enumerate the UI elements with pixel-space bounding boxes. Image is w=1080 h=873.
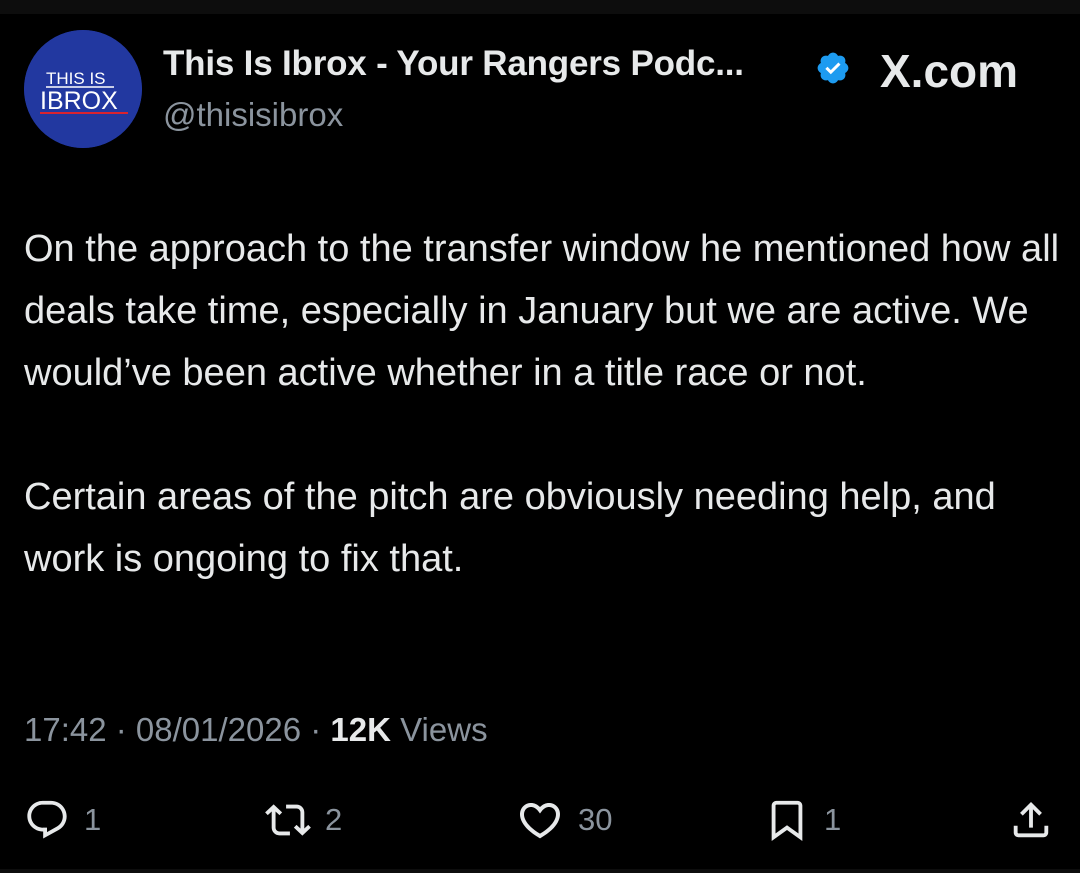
bottom-divider bbox=[0, 869, 1080, 873]
user-handle[interactable]: @thisisibrox bbox=[163, 96, 343, 134]
post-meta: 17:42 · 08/01/2026 · 12K Views bbox=[24, 711, 488, 749]
reply-icon bbox=[27, 800, 67, 839]
post-text: On the approach to the transfer window h… bbox=[24, 218, 1064, 590]
share-icon bbox=[1013, 801, 1049, 838]
post-paragraph: On the approach to the transfer window h… bbox=[24, 228, 1060, 394]
meta-separator: · bbox=[106, 711, 136, 748]
share-button[interactable] bbox=[1008, 790, 1054, 850]
bookmark-count: 1 bbox=[824, 802, 842, 837]
bookmark-icon bbox=[771, 800, 803, 841]
verified-badge-icon bbox=[815, 50, 851, 86]
site-label: X.com bbox=[880, 45, 1019, 97]
display-name[interactable]: This Is Ibrox - Your Rangers Podc... bbox=[163, 44, 744, 84]
like-button[interactable]: 30 bbox=[516, 790, 612, 850]
action-bar: 1 2 30 1 bbox=[0, 790, 1080, 850]
avatar-logo-line2: IBROX bbox=[40, 87, 118, 115]
reply-count: 1 bbox=[84, 802, 102, 837]
bookmark-button[interactable]: 1 bbox=[764, 790, 841, 850]
repost-count: 2 bbox=[325, 802, 343, 837]
reply-button[interactable]: 1 bbox=[24, 790, 101, 850]
avatar[interactable]: THIS IS IBROX bbox=[24, 30, 142, 148]
top-strip bbox=[0, 0, 1080, 14]
post-paragraph: Certain areas of the pitch are obviously… bbox=[24, 476, 996, 580]
post-time[interactable]: 17:42 bbox=[24, 711, 107, 748]
repost-icon bbox=[265, 804, 311, 836]
views-label: Views bbox=[400, 711, 488, 748]
like-count: 30 bbox=[578, 802, 613, 837]
like-icon bbox=[519, 803, 561, 839]
repost-button[interactable]: 2 bbox=[265, 790, 342, 850]
views-count: 12K bbox=[330, 711, 391, 748]
meta-separator: · bbox=[301, 711, 331, 748]
post-date[interactable]: 08/01/2026 bbox=[136, 711, 301, 748]
avatar-logo: THIS IS IBROX bbox=[24, 30, 142, 148]
avatar-logo-line1: THIS IS bbox=[46, 69, 106, 88]
